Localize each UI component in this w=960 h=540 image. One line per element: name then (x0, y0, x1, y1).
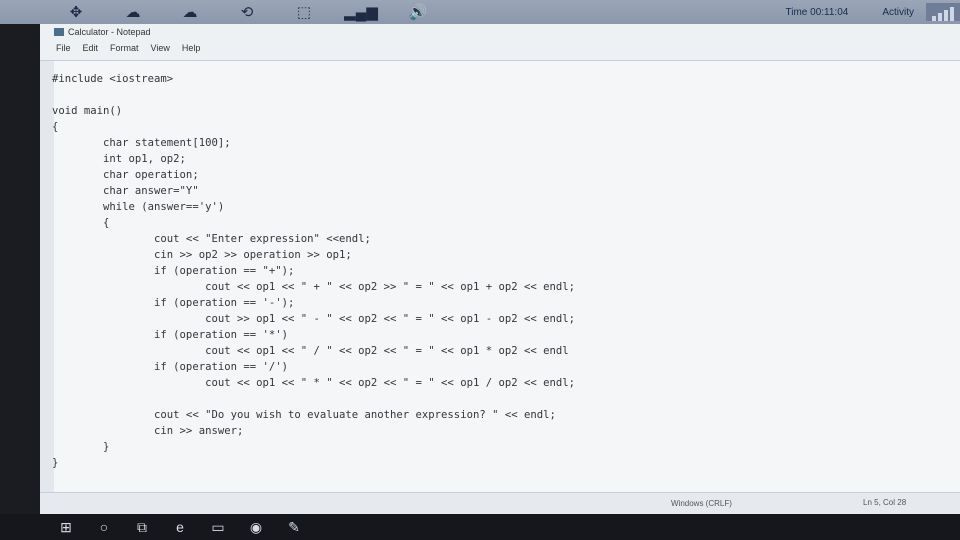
windows-start-icon[interactable]: ⊞ (55, 516, 77, 538)
activity-button[interactable]: Activity (882, 7, 914, 18)
notepad-window: Calculator - Notepad File Edit Format Vi… (40, 24, 960, 514)
session-time: Time 00:11:04 (785, 6, 849, 18)
toolbar-icons: ✥ ☁ ☁ ⟲ ⬚ ▂▄▆ 🔊 (64, 2, 463, 22)
status-bar: Windows (CRLF) Ln 5, Col 28 (40, 492, 960, 514)
code-text[interactable]: #include <iostream> void main() { char s… (52, 71, 575, 471)
top-toolbar: ✥ ☁ ☁ ⟲ ⬚ ▂▄▆ 🔊 Time 00:11:04 Activity (0, 0, 960, 24)
windows-taskbar: ⊞ ○ ⧉ e ▭ ◉ ✎ (0, 514, 960, 540)
menu-help[interactable]: Help (182, 43, 201, 53)
task-view-icon[interactable]: ⧉ (131, 516, 153, 538)
signal-icon: ▂▄▆ (344, 4, 378, 21)
share-icon[interactable]: ⬚ (292, 2, 316, 22)
notepad-icon (54, 28, 64, 36)
encoding-status: Windows (CRLF) (671, 499, 732, 508)
volume-icon[interactable]: 🔊 (406, 2, 430, 22)
window-title: Calculator - Notepad (68, 27, 151, 37)
window-titlebar[interactable]: Calculator - Notepad (40, 24, 960, 40)
menu-edit[interactable]: Edit (83, 43, 99, 53)
edge-icon[interactable]: e (169, 516, 191, 538)
cloud-sync-icon[interactable]: ☁ (178, 2, 202, 22)
collapse-icon[interactable]: ✥ (64, 2, 88, 22)
menu-bar: File Edit Format View Help (40, 40, 960, 56)
menu-format[interactable]: Format (110, 43, 139, 53)
menu-file[interactable]: File (56, 43, 71, 53)
text-editor[interactable]: #include <iostream> void main() { char s… (40, 60, 960, 494)
refresh-icon[interactable]: ⟲ (235, 2, 259, 22)
media-icon[interactable]: ◉ (245, 516, 267, 538)
notepad-icon[interactable]: ✎ (283, 516, 305, 538)
search-icon[interactable]: ○ (93, 516, 115, 538)
status-area: Time 00:11:04 Activity (786, 0, 960, 24)
cloud-sync-icon[interactable]: ☁ (121, 2, 145, 22)
file-explorer-icon[interactable]: ▭ (207, 516, 229, 538)
menu-view[interactable]: View (151, 43, 170, 53)
signal-strength-icon (926, 3, 960, 21)
cursor-position-status: Ln 5, Col 28 (863, 498, 907, 507)
